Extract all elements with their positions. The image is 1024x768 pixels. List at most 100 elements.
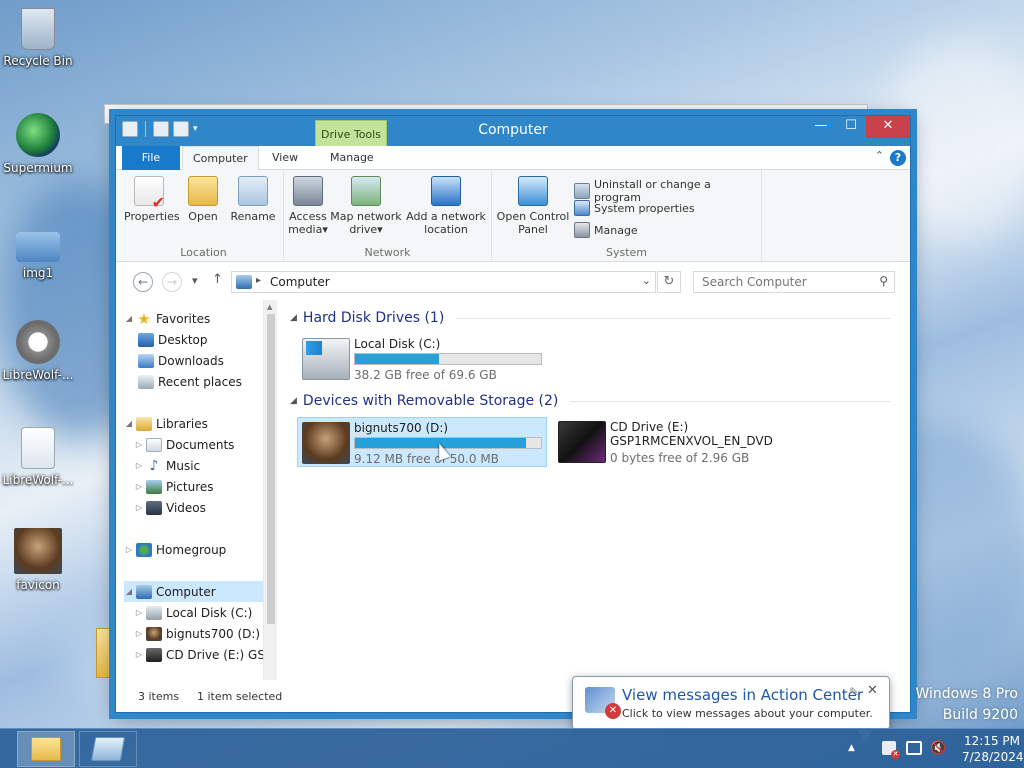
notification-title[interactable]: View messages in Action Center — [622, 686, 863, 704]
system-properties-button[interactable]: System properties — [574, 200, 695, 216]
open-control-panel-button[interactable]: Open Control Panel — [494, 176, 572, 236]
desktop-icon-favicon[interactable]: favicon — [0, 528, 76, 592]
desktop-icon-librewolf-doc[interactable]: LibreWolf-... — [0, 427, 76, 487]
action-center-notification[interactable]: View messages in Action Center Click to … — [572, 676, 890, 742]
desktop-icon-label: favicon — [16, 578, 60, 592]
nav-documents[interactable]: ▷ Documents — [124, 434, 274, 455]
map-network-label-2: drive — [349, 223, 378, 236]
nav-downloads[interactable]: Downloads — [124, 350, 274, 371]
desktop-icon-librewolf[interactable]: LibreWolf-... — [0, 320, 76, 382]
refresh-button[interactable]: ↻ — [657, 271, 681, 293]
clock[interactable]: 12:15 PM 7/28/2024 — [962, 733, 1024, 765]
desktop-icon-supermium[interactable]: Supermium — [0, 113, 76, 175]
removable-drive-icon — [146, 626, 162, 641]
map-network-label: Map network — [330, 210, 402, 223]
add-network-label: Add a network — [406, 210, 486, 223]
forward-button[interactable]: → — [162, 272, 182, 292]
collapse-icon[interactable]: ▷ — [134, 608, 144, 617]
collapse-icon[interactable]: ▷ — [124, 545, 134, 554]
nav-pictures[interactable]: ▷ Pictures — [124, 476, 274, 497]
drive-cd-e[interactable]: CD Drive (E:) GSP1RMCENXVOL_EN_DVD 0 byt… — [554, 417, 804, 467]
search-input[interactable] — [694, 272, 864, 292]
nav-recent-places[interactable]: Recent places — [124, 371, 274, 392]
notification-close-button[interactable]: ✕ — [867, 683, 878, 698]
title-bar[interactable]: ▾ Drive Tools Computer — ☐ ✕ — [116, 116, 910, 148]
drive-local-disk-c[interactable]: Local Disk (C:) 38.2 GB free of 69.6 GB — [298, 334, 548, 384]
nav-music[interactable]: ▷ ♪ Music — [124, 455, 274, 476]
group-label-system: System — [605, 246, 648, 259]
breadcrumb-computer[interactable]: Computer — [270, 275, 330, 289]
manage-label: Manage — [594, 223, 638, 237]
taskbar-file-explorer[interactable] — [17, 731, 75, 767]
properties-button[interactable]: Properties — [124, 176, 180, 223]
collapse-icon[interactable]: ▷ — [134, 503, 144, 512]
collapse-icon[interactable]: ▷ — [134, 482, 144, 491]
watermark-line-1: Windows 8 Pro — [915, 686, 1018, 702]
expand-icon[interactable]: ◢ — [124, 419, 134, 428]
group-label-location: Location — [180, 246, 227, 259]
nav-favorites[interactable]: ◢ ★ Favorites — [124, 308, 274, 329]
search-icon[interactable]: ⚲ — [879, 274, 888, 288]
scroll-up-icon[interactable]: ▲ — [267, 303, 272, 311]
recent-locations-button[interactable]: ▾ — [192, 274, 198, 287]
desktop-icon-img1[interactable]: img1 — [0, 222, 76, 280]
nav-videos[interactable]: ▷ Videos — [124, 497, 274, 518]
collapse-icon[interactable]: ▷ — [134, 461, 144, 470]
open-button[interactable]: Open — [182, 176, 224, 223]
nav-bignuts700-d[interactable]: ▷ bignuts700 (D:) — [124, 623, 274, 644]
add-network-location-button[interactable]: Add a network location — [404, 176, 488, 236]
breadcrumb-separator[interactable]: ▸ — [256, 275, 261, 286]
help-icon[interactable]: ? — [890, 150, 906, 166]
manage-button[interactable]: Manage — [574, 222, 638, 238]
scrollbar-thumb[interactable] — [267, 314, 275, 624]
map-network-drive-button[interactable]: Map network drive▾ — [330, 176, 402, 236]
maximize-button[interactable]: ☐ — [836, 116, 866, 138]
minimize-button[interactable]: — — [806, 116, 836, 138]
show-hidden-icons-button[interactable]: ▲ — [848, 743, 855, 753]
section-hard-disk-drives[interactable]: ◢ Hard Disk Drives (1) — [290, 310, 890, 326]
tab-file[interactable]: File — [122, 146, 180, 170]
system-properties-label: System properties — [594, 201, 695, 215]
collapse-section-icon[interactable]: ◢ — [290, 396, 297, 406]
action-center-icon[interactable] — [882, 741, 900, 759]
nav-desktop[interactable]: Desktop — [124, 329, 274, 350]
address-bar[interactable]: ▸ Computer ⌄ — [231, 271, 656, 293]
videos-icon — [146, 500, 162, 515]
collapse-icon[interactable]: ▷ — [134, 629, 144, 638]
collapse-icon[interactable]: ▷ — [134, 650, 144, 659]
back-button[interactable]: ← — [133, 272, 153, 292]
nav-label: Libraries — [156, 416, 208, 431]
taskbar-app[interactable] — [79, 731, 137, 767]
expand-icon[interactable]: ◢ — [124, 587, 134, 596]
section-removable-storage[interactable]: ◢ Devices with Removable Storage (2) — [290, 393, 890, 409]
action-center-flag-icon — [585, 687, 621, 719]
status-item-count: 3 items — [138, 690, 180, 703]
nav-label: Local Disk (C:) — [166, 605, 253, 620]
network-icon[interactable] — [906, 741, 922, 755]
tab-manage[interactable]: Manage — [320, 146, 384, 170]
tab-computer[interactable]: Computer — [182, 146, 259, 171]
up-button[interactable]: ↑ — [212, 272, 223, 287]
close-button[interactable]: ✕ — [866, 116, 910, 138]
pin-icon[interactable]: ✎ — [849, 685, 859, 699]
access-media-button[interactable]: Access media▾ — [286, 176, 330, 236]
desktop-icon-recycle-bin[interactable]: Recycle Bin — [0, 8, 76, 68]
volume-muted-icon[interactable]: 🔇 — [930, 741, 946, 756]
ribbon-collapse-icon[interactable]: ⌃ — [875, 149, 884, 162]
address-dropdown-icon[interactable]: ⌄ — [642, 274, 651, 287]
drive-bignuts700-d[interactable]: bignuts700 (D:) 9.12 MB free of 50.0 MB — [297, 417, 547, 467]
nav-scrollbar[interactable]: ▲ — [263, 300, 277, 680]
tab-view[interactable]: View — [262, 146, 308, 170]
expand-icon[interactable]: ◢ — [124, 314, 134, 323]
nav-cd-drive-e[interactable]: ▷ CD Drive (E:) GSP — [124, 644, 274, 665]
collapse-icon[interactable]: ▷ — [134, 440, 144, 449]
open-cp-label-2: Panel — [518, 223, 548, 236]
nav-homegroup[interactable]: ▷ Homegroup — [124, 539, 274, 560]
collapse-section-icon[interactable]: ◢ — [290, 313, 297, 323]
supermium-icon — [16, 113, 60, 157]
nav-libraries[interactable]: ◢ Libraries — [124, 413, 274, 434]
nav-computer[interactable]: ◢ Computer — [124, 581, 274, 602]
taskbar: ▲ 🔇 12:15 PM 7/28/2024 — [0, 728, 1024, 768]
nav-local-disk-c[interactable]: ▷ Local Disk (C:) — [124, 602, 274, 623]
rename-button[interactable]: Rename — [228, 176, 278, 223]
